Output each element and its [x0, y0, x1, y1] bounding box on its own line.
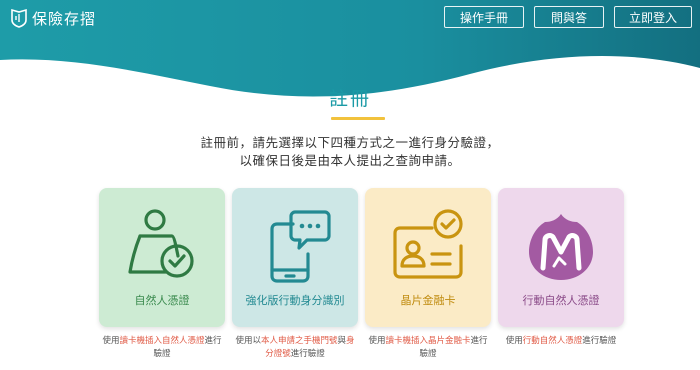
note-text: 進行驗證: [290, 349, 325, 359]
note-highlight: 讀卡機插入晶片金融卡: [385, 336, 471, 346]
note-highlight: 身: [346, 336, 355, 346]
note-text: 與: [337, 336, 347, 346]
note-text: 使用: [505, 336, 523, 346]
card-note-mobile-id: 使用以本人申請之手機門號與身 分證號進行驗證: [230, 335, 360, 361]
id-card-check-icon: [393, 209, 463, 279]
card-mobile-citizen-cert[interactable]: 行動自然人憑證: [498, 188, 624, 327]
card-label: 強化版行動身分識別: [245, 294, 345, 307]
card-citizen-certificate[interactable]: 自然人憑證: [99, 188, 225, 327]
card-label: 自然人憑證: [134, 294, 190, 307]
card-note-chip-bank-card: 使用讀卡機插入晶片金融卡進行 驗證: [363, 335, 493, 361]
intro-text: 註冊前，請先選擇以下四種方式之一進行身分驗證， 以確保日後是由本人提出之查詢申請…: [0, 134, 700, 170]
intro-line-2: 以確保日後是由本人提出之查詢申請。: [239, 153, 461, 168]
top-nav: 操作手冊 問與答 立即登入: [444, 6, 692, 28]
note-text: 驗證: [153, 349, 171, 359]
card-note-mobile-citizen-cert: 使用行動自然人憑證進行驗證: [496, 335, 626, 348]
person-check-icon: [128, 209, 194, 278]
manual-button[interactable]: 操作手冊: [444, 6, 524, 28]
note-text: 使用以: [235, 336, 261, 346]
shield-book-icon: [11, 8, 27, 28]
note-highlight: 讀卡機插入自然人憑證: [119, 336, 205, 346]
note-highlight: 本人申請之手機門號: [260, 336, 338, 346]
card-label: 晶片金融卡: [400, 294, 456, 307]
note-text: 進行驗證: [582, 336, 617, 346]
page-title: 註冊: [328, 88, 371, 110]
card-label: 行動自然人憑證: [522, 294, 600, 307]
faq-button[interactable]: 問與答: [534, 6, 604, 28]
title-underline: [331, 117, 385, 120]
card-note-citizen-certificate: 使用讀卡機插入自然人憑證進行 驗證: [97, 335, 227, 361]
app-name: 保險存摺: [32, 9, 97, 28]
note-text: 使用: [368, 336, 386, 346]
phone-chat-icon: [270, 210, 331, 283]
note-highlight: 行動自然人憑證: [522, 336, 583, 346]
card-mobile-id[interactable]: 強化版行動身分識別: [232, 188, 358, 327]
note-text: 使用: [102, 336, 120, 346]
intro-line-1: 註冊前，請先選擇以下四種方式之一進行身分驗證，: [200, 135, 500, 150]
mobile-cert-logo-icon: [529, 214, 593, 280]
login-button[interactable]: 立即登入: [614, 6, 692, 28]
note-text: 進行: [204, 336, 222, 346]
app-logo[interactable]: 保險存摺: [10, 7, 96, 29]
card-chip-bank-card[interactable]: 晶片金融卡: [365, 188, 491, 327]
note-highlight: 分證號: [265, 349, 291, 359]
note-text: 進行: [470, 336, 488, 346]
note-text: 驗證: [419, 349, 437, 359]
